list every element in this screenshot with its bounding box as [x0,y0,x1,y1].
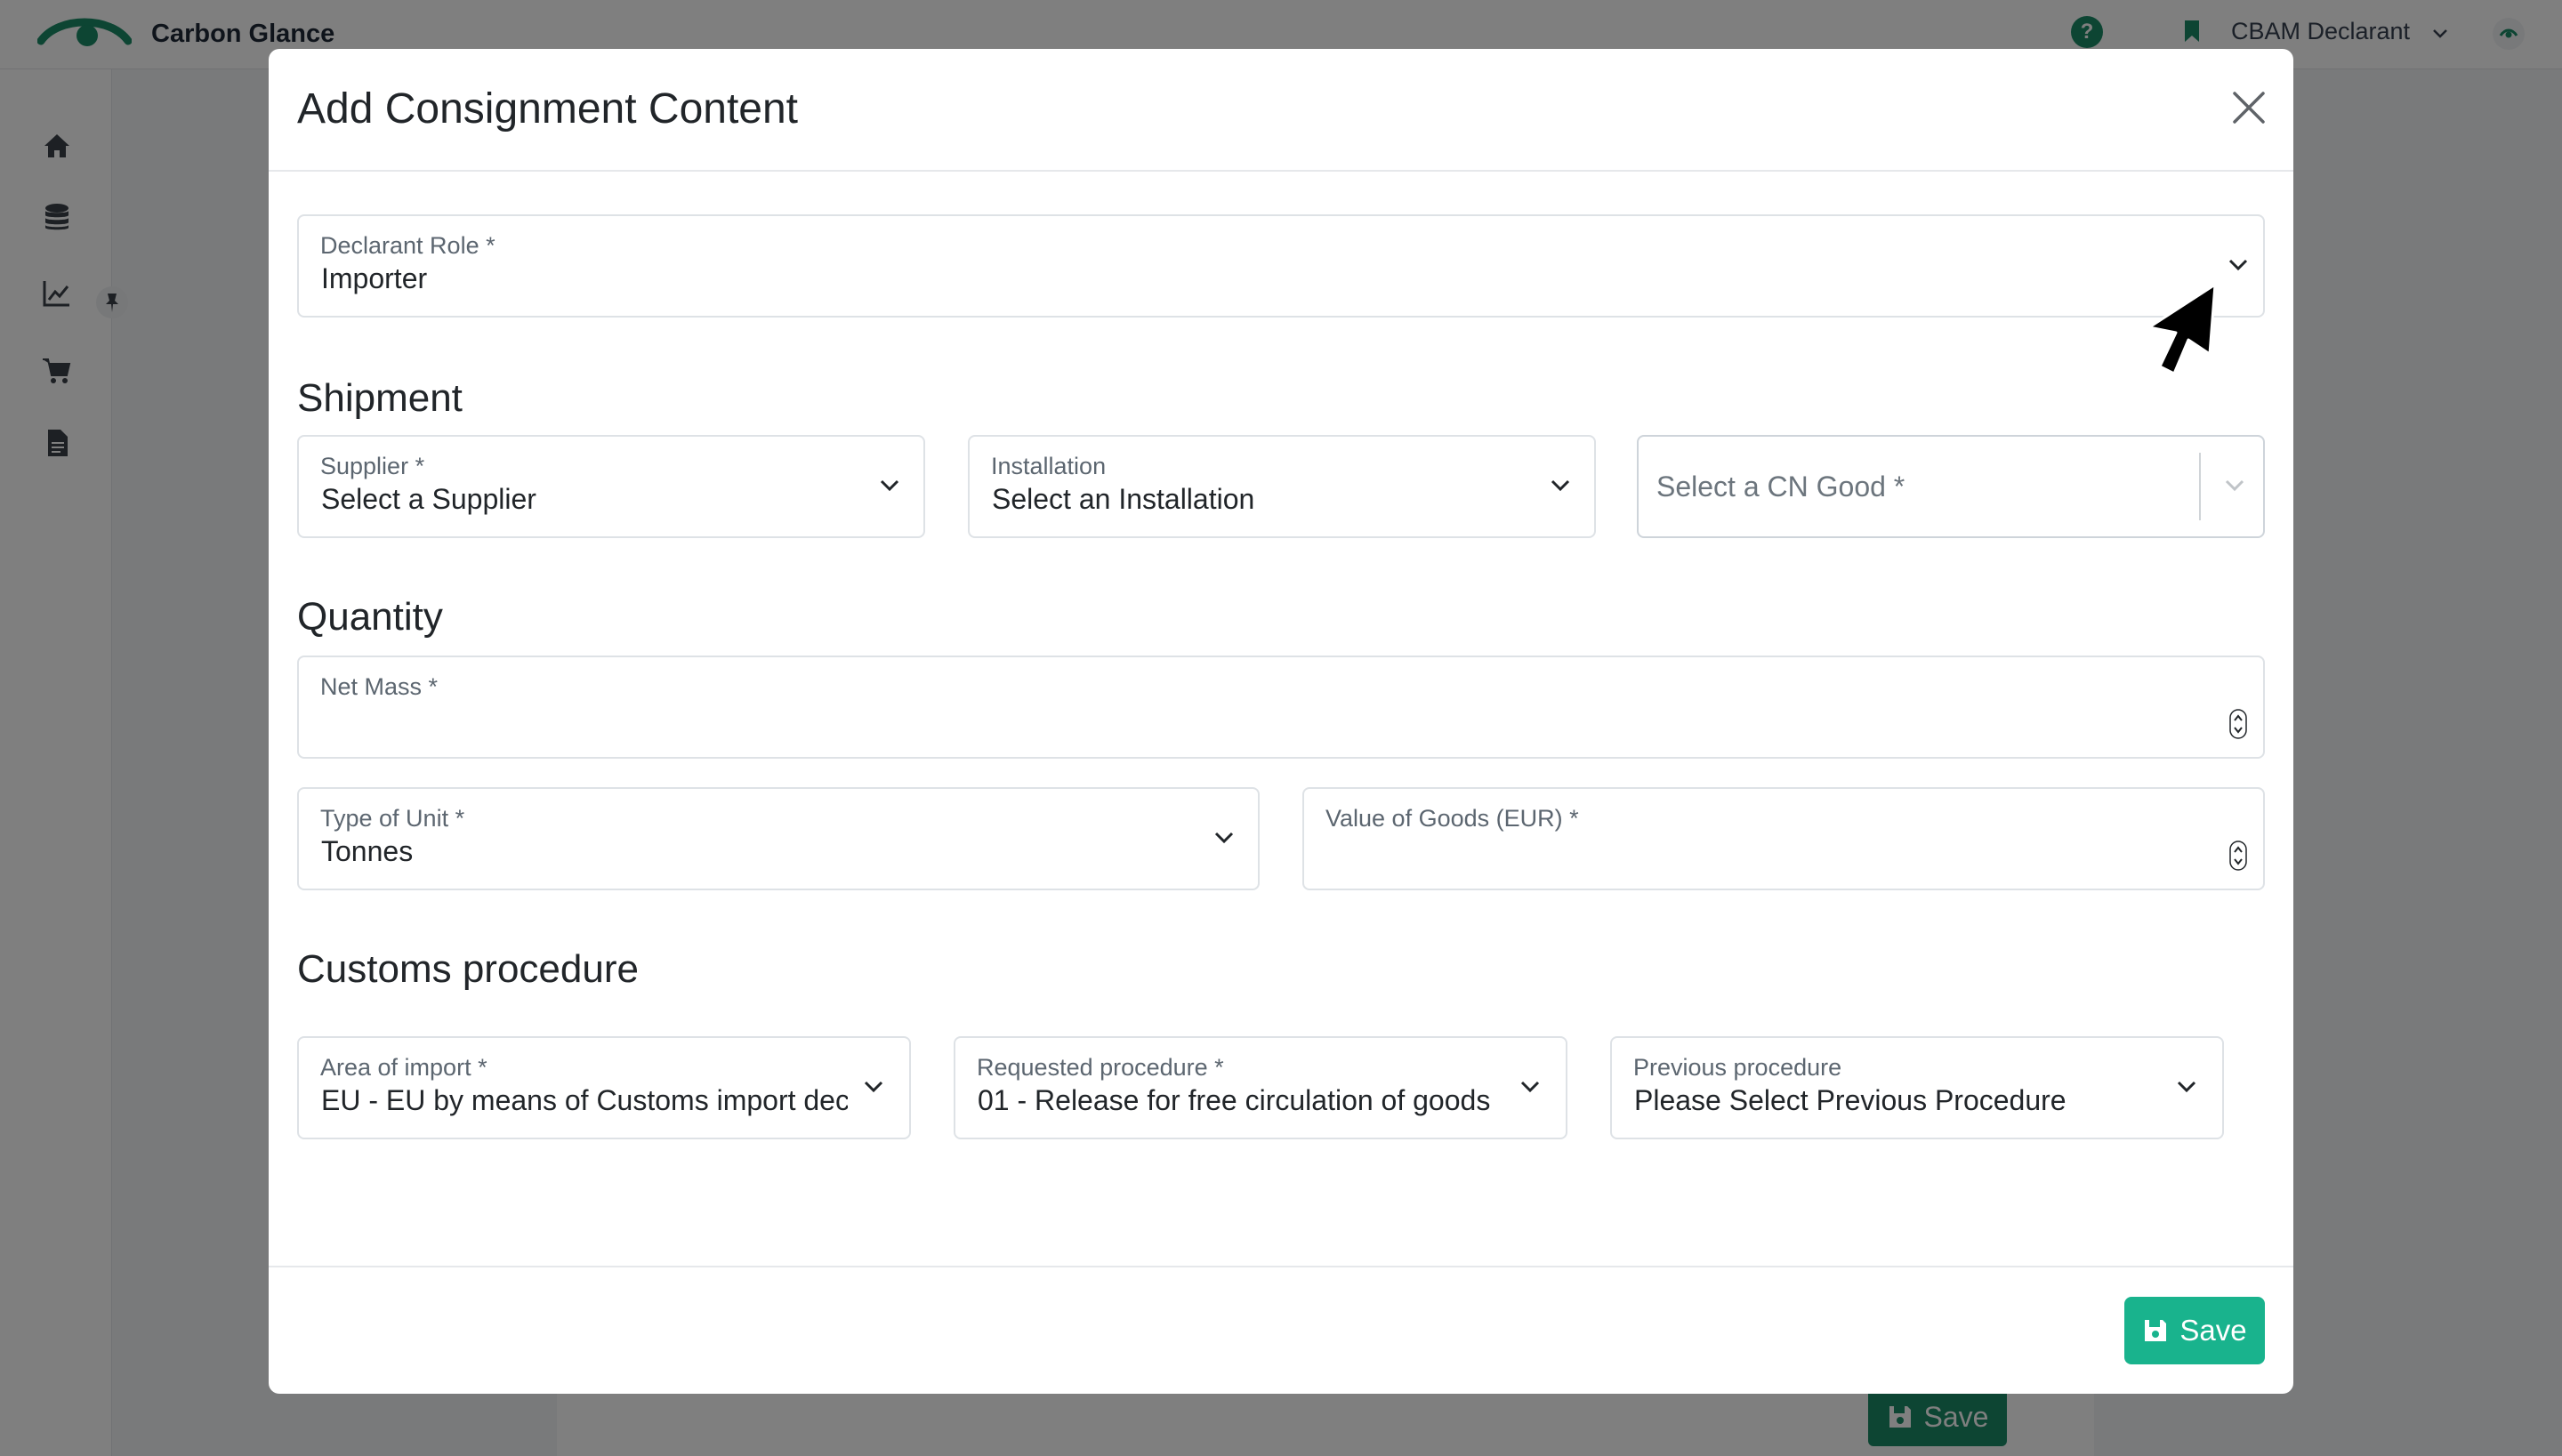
number-spinner-icon[interactable] [2229,841,2247,871]
previous-procedure-value: Please Select Previous Procedure [1634,1084,2067,1116]
chevron-down-icon [1551,479,1570,492]
save-button[interactable]: Save [2124,1297,2265,1364]
add-consignment-modal: Add Consignment Content Declarant Role *… [269,49,2293,1394]
declarant-role-value: Importer [321,262,428,294]
previous-procedure-label: Previous procedure [1633,1054,1842,1081]
goods-value-label: Value of Goods (EUR) * [1325,805,1579,832]
section-title-customs: Customs procedure [297,947,639,991]
save-button-label: Save [2179,1314,2247,1347]
modal-title: Add Consignment Content [297,85,799,133]
chevron-down-icon [1214,832,1234,844]
supplier-label: Supplier * [320,453,425,479]
section-title-quantity: Quantity [297,595,443,639]
mouse-cursor-icon [2147,283,2217,375]
installation-select[interactable]: Installation Select an Installation [968,435,1596,538]
area-of-import-value: EU - EU by means of Customs import decla… [321,1084,848,1116]
net-mass-label: Net Mass * [320,673,439,700]
section-title-shipment: Shipment [297,376,463,420]
unit-type-value: Tonnes [321,835,414,867]
declarant-role-label: Declarant Role * [320,232,495,259]
supplier-value: Select a Supplier [321,483,536,515]
chevron-down-icon[interactable] [2222,472,2247,497]
chevron-down-icon [880,479,899,492]
supplier-select[interactable]: Supplier * Select a Supplier [297,435,925,538]
modal-header: Add Consignment Content [269,49,2293,172]
chevron-down-icon [864,1081,883,1093]
area-of-import-select[interactable]: Area of import * EU - EU by means of Cus… [297,1036,911,1139]
requested-procedure-value: 01 - Release for free circulation of goo… [978,1084,1491,1116]
requested-procedure-select[interactable]: Requested procedure * 01 - Release for f… [954,1036,1567,1139]
net-mass-input[interactable]: Net Mass * [297,656,2265,759]
close-icon[interactable] [2228,87,2269,128]
unit-type-label: Type of Unit * [320,805,465,832]
goods-value-input[interactable]: Value of Goods (EUR) * [1302,787,2265,890]
previous-procedure-select[interactable]: Previous procedure Please Select Previou… [1610,1036,2224,1139]
select-separator [2199,453,2201,520]
number-spinner-icon[interactable] [2229,709,2247,739]
chevron-down-icon [1520,1081,1540,1093]
floppy-disk-icon [2145,1320,2167,1341]
cn-good-placeholder: Select a CN Good * [1656,471,1905,503]
declarant-role-select[interactable]: Declarant Role * Importer [297,214,2265,318]
cn-good-select[interactable]: Select a CN Good * [1637,435,2265,538]
area-of-import-label: Area of import * [320,1054,487,1081]
requested-procedure-label: Requested procedure * [977,1054,1224,1081]
installation-value: Select an Installation [992,483,1255,515]
chevron-down-icon [2177,1081,2196,1093]
chevron-down-icon [2228,259,2248,271]
unit-type-select[interactable]: Type of Unit * Tonnes [297,787,1260,890]
installation-label: Installation [991,453,1107,479]
modal-footer: Save [269,1266,2293,1394]
